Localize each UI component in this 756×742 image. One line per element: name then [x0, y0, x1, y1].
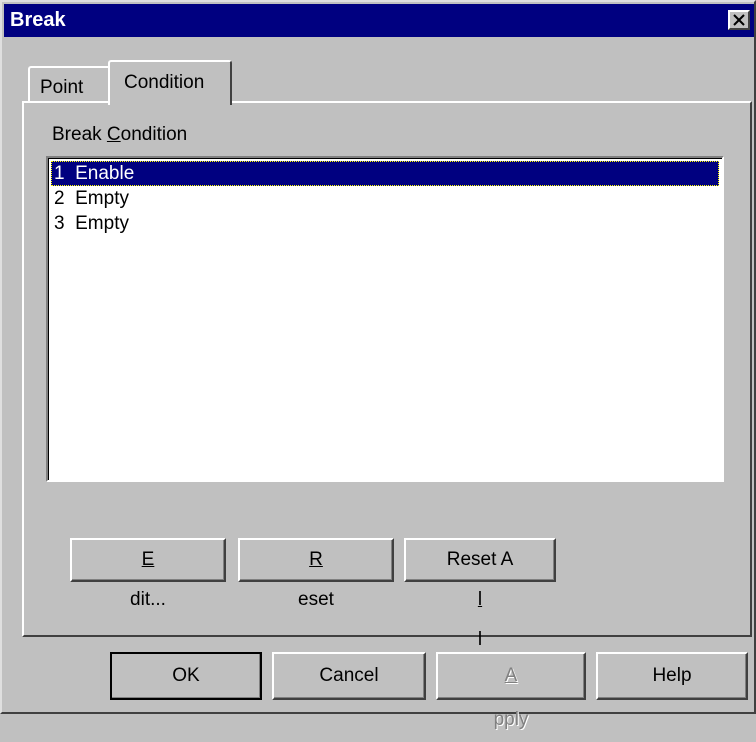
help-button[interactable]: Help [596, 652, 748, 700]
apply-button[interactable]: Apply [436, 652, 586, 730]
cancel-button[interactable]: Cancel [272, 652, 426, 700]
break-condition-label: Break Condition [52, 124, 188, 145]
break-condition-list[interactable]: 1 Enable 2 Empty 3 Empty [46, 156, 724, 482]
tab-condition-label: Condition [124, 72, 205, 93]
condition-item-2[interactable]: 2 Empty [51, 186, 719, 211]
close-icon [733, 14, 745, 26]
edit-button[interactable]: Edit... [70, 538, 226, 610]
tab-condition[interactable]: Condition [108, 60, 232, 105]
window-title: Break [10, 9, 66, 31]
reset-all-button[interactable]: Reset All [404, 538, 556, 650]
tab-point-label: Point [40, 77, 84, 98]
ok-button[interactable]: OK [110, 652, 262, 700]
condition-item-1[interactable]: 1 Enable [51, 161, 719, 186]
close-button[interactable] [728, 10, 750, 30]
condition-item-3[interactable]: 3 Empty [51, 211, 719, 236]
reset-button[interactable]: Reset [238, 538, 394, 610]
tab-point[interactable]: Point [28, 66, 114, 103]
title-bar[interactable]: Break [4, 4, 754, 37]
